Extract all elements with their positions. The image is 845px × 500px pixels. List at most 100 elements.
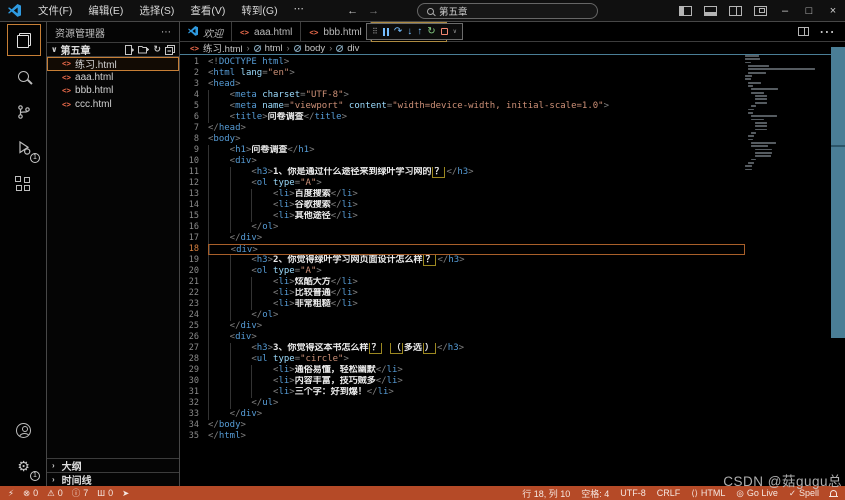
code-line[interactable]: 20<ol type="A"> <box>180 266 745 277</box>
step-over-icon[interactable]: ↷ <box>394 27 402 37</box>
timeline-section[interactable]: › 时间线 <box>47 472 179 486</box>
code-line[interactable]: 23<li>非常粗糙</li> <box>180 299 745 310</box>
status-right-item[interactable]: 行 18, 列 10 <box>522 487 570 500</box>
folder-section-header[interactable]: ∨ 第五章 ↻ <box>47 42 179 57</box>
code-line[interactable]: 28<ul type="circle"> <box>180 354 745 365</box>
step-out-icon[interactable]: ↑ <box>417 27 422 37</box>
split-editor-icon[interactable] <box>798 27 809 36</box>
code-line[interactable]: 11<h3>1、你是通过什么途径来到绿叶学习网的？</h3> <box>180 167 745 178</box>
nav-back-icon[interactable]: ← <box>347 5 358 17</box>
status-left-item[interactable]: ⚡ <box>8 488 14 499</box>
code-line[interactable]: 1<!DOCTYPE html> <box>180 57 745 68</box>
code-line[interactable]: 26<div> <box>180 332 745 343</box>
breadcrumb-item[interactable]: div <box>347 43 359 54</box>
code-line[interactable]: 33</div> <box>180 409 745 420</box>
code-line[interactable]: 9<h1>问卷调查</h1> <box>180 145 745 156</box>
menu-item[interactable]: 文件(F) <box>31 1 79 20</box>
drag-handle-icon[interactable]: ⠿ <box>372 27 378 36</box>
customize-layout-icon[interactable] <box>754 6 767 16</box>
code-line[interactable]: 32</ul> <box>180 398 745 409</box>
status-left-item[interactable]: ⓘ7 <box>72 487 89 499</box>
code-line[interactable]: 30<li>内容丰富，技巧贼多</li> <box>180 376 745 387</box>
tab-inactive[interactable]: 欢迎 <box>180 22 232 42</box>
pause-icon[interactable] <box>383 28 389 36</box>
code-line[interactable]: 12<ol type="A"> <box>180 178 745 189</box>
collapse-all-icon[interactable] <box>165 45 175 55</box>
minimap[interactable] <box>745 55 830 485</box>
code-line[interactable]: 34</body> <box>180 420 745 431</box>
activity-extensions[interactable] <box>0 166 47 202</box>
status-left-item[interactable]: ⊗0 <box>23 488 38 499</box>
stop-icon[interactable] <box>441 28 448 35</box>
file-item[interactable]: <>练习.html <box>47 57 179 71</box>
stop-dropdown-icon[interactable]: ∨ <box>453 28 457 35</box>
code-line[interactable]: 3<head> <box>180 79 745 90</box>
close-window-button[interactable]: × <box>821 5 845 17</box>
code-line[interactable]: 35</html> <box>180 431 745 442</box>
code-line[interactable]: 16</ol> <box>180 222 745 233</box>
file-item[interactable]: <>aaa.html <box>47 71 179 85</box>
code-line[interactable]: 31<li>三个字：好到爆！</li> <box>180 387 745 398</box>
debug-toolbar[interactable]: ⠿ ↷ ↓ ↑ ↻ ∨ <box>366 23 463 40</box>
code-line[interactable]: 5<meta name="viewport" content="width=de… <box>180 101 745 112</box>
vertical-scrollbar[interactable] <box>831 47 845 338</box>
tab-inactive[interactable]: <>bbb.html <box>301 22 370 42</box>
activity-source-control[interactable] <box>0 94 47 130</box>
code-line[interactable]: 6<title>问卷调查</title> <box>180 112 745 123</box>
activity-explorer[interactable] <box>0 22 47 58</box>
menu-item[interactable]: 转到(G) <box>234 1 284 20</box>
refresh-icon[interactable]: ↻ <box>153 44 161 55</box>
code-line[interactable]: 18<div> <box>180 244 745 255</box>
outline-section[interactable]: › 大纲 <box>47 458 179 472</box>
status-left-item[interactable]: ➤ <box>122 488 129 499</box>
code-line[interactable]: 2<html lang="en"> <box>180 68 745 79</box>
status-right-item[interactable]: CRLF <box>657 488 681 498</box>
menu-item[interactable]: 编辑(E) <box>81 1 130 20</box>
editor-more-actions-icon[interactable]: ⋯ <box>819 22 835 42</box>
code-line[interactable]: 22<li>比较普通</li> <box>180 288 745 299</box>
code-line[interactable]: 24</ol> <box>180 310 745 321</box>
code-line[interactable]: 14<li>谷歌搜索</li> <box>180 200 745 211</box>
breadcrumb-item[interactable]: body <box>305 43 326 54</box>
step-into-icon[interactable]: ↓ <box>407 27 412 37</box>
activity-search[interactable] <box>0 58 47 94</box>
status-right-item[interactable]: ⟨⟩HTML <box>691 488 725 499</box>
nav-forward-icon[interactable]: → <box>368 5 379 17</box>
status-right-item[interactable]: 空格: 4 <box>581 487 609 500</box>
code-line[interactable]: 27<h3>3、你觉得这本书怎么样？ （多选）</h3> <box>180 343 745 354</box>
code-line[interactable]: 13<li>百度搜索</li> <box>180 189 745 200</box>
status-right-item[interactable]: UTF-8 <box>620 488 646 498</box>
toggle-panel-icon[interactable] <box>704 6 717 16</box>
code-line[interactable]: 19<h3>2、你觉得绿叶学习网页面设计怎么样？</h3> <box>180 255 745 266</box>
status-right-item[interactable] <box>830 490 837 496</box>
menu-item[interactable]: 选择(S) <box>132 1 181 20</box>
code-line[interactable]: 4<meta charset="UTF-8"> <box>180 90 745 101</box>
code-line[interactable]: 25</div> <box>180 321 745 332</box>
tab-inactive[interactable]: <>aaa.html <box>232 22 301 42</box>
toggle-secondary-sidebar-icon[interactable] <box>729 6 742 16</box>
menu-item[interactable]: ⋯ <box>287 1 312 20</box>
code-line[interactable]: 10<div> <box>180 156 745 167</box>
activity-run-debug[interactable]: 1 <box>0 130 47 166</box>
code-line[interactable]: 7</head> <box>180 123 745 134</box>
status-left-item[interactable]: Ш0 <box>97 488 113 498</box>
restart-icon[interactable]: ↻ <box>427 27 435 37</box>
minimize-button[interactable]: – <box>773 5 797 17</box>
code-line[interactable]: 21<li>炫酷大方</li> <box>180 277 745 288</box>
code-line[interactable]: 8<body> <box>180 134 745 145</box>
breadcrumb-item[interactable]: 练习.html <box>203 41 243 55</box>
explorer-more-actions-icon[interactable]: ⋯ <box>161 27 171 38</box>
code-line[interactable]: 15<li>其他途径</li> <box>180 211 745 222</box>
status-left-item[interactable]: ⚠0 <box>47 488 63 499</box>
toggle-sidebar-icon[interactable] <box>679 6 692 16</box>
activity-account[interactable] <box>0 412 47 448</box>
file-item[interactable]: <>ccc.html <box>47 98 179 112</box>
code-editor[interactable]: 1<!DOCTYPE html>2<html lang="en">3<head>… <box>180 55 745 442</box>
breadcrumb-item[interactable]: html <box>265 43 283 54</box>
new-folder-icon[interactable] <box>138 45 149 54</box>
code-line[interactable]: 17</div> <box>180 233 745 244</box>
maximize-button[interactable]: □ <box>797 5 821 17</box>
file-item[interactable]: <>bbb.html <box>47 84 179 98</box>
activity-settings[interactable]: ⚙ 1 <box>0 448 47 484</box>
menu-item[interactable]: 查看(V) <box>183 1 232 20</box>
